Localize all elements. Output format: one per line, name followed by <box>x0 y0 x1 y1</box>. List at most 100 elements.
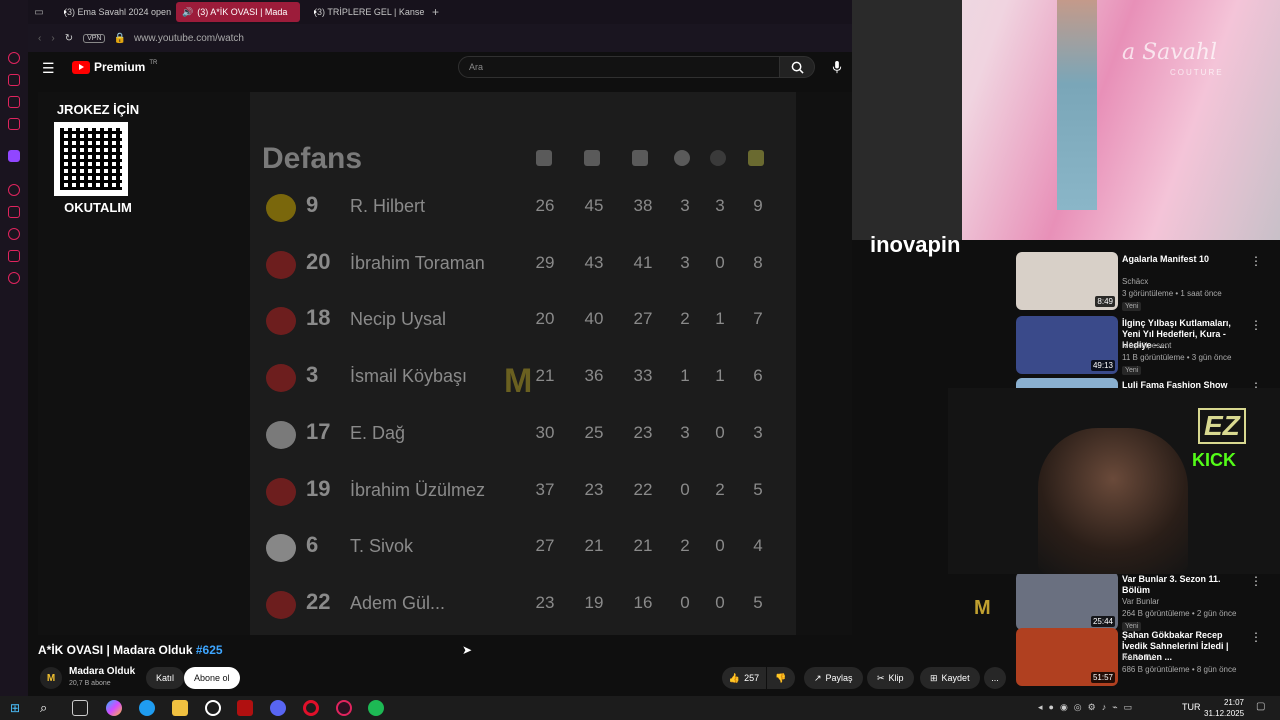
clip-label: Klip <box>888 673 904 683</box>
more-options-icon[interactable]: ⋮ <box>1250 318 1262 332</box>
new-tab-button[interactable]: + <box>432 5 439 19</box>
share-label: Paylaş <box>825 673 853 683</box>
related-channel[interactable]: Var Bunlar <box>1122 596 1262 608</box>
stat-cell: 21 <box>633 536 653 556</box>
video-thumbnail[interactable]: 8:49 <box>1016 252 1118 310</box>
extensions-icon[interactable] <box>8 250 20 262</box>
back-icon[interactable]: ‹ <box>38 33 41 44</box>
assists-icon <box>710 150 726 166</box>
spotify-icon[interactable] <box>368 700 384 716</box>
shirt-icon <box>584 150 600 166</box>
screen: { "browser": { "tabs": [ {"label": "(3) … <box>0 0 1280 720</box>
like-button[interactable]: 👍 257 <box>722 667 766 689</box>
pip-video[interactable]: a Savahl COUTURE <box>852 0 1280 240</box>
qr-caption-top: JROKEZ İÇİN <box>56 102 140 117</box>
video-title-text: A*İK OVASI | Madara Olduk <box>38 643 193 657</box>
clock[interactable]: 21:07 31.12.2025 <box>1204 697 1244 719</box>
twitch-icon[interactable] <box>8 150 20 162</box>
tab-overview-icon[interactable]: ▭ <box>28 7 50 18</box>
stat-cell: 27 <box>633 309 653 329</box>
kick-logo: KICK <box>1192 450 1236 470</box>
share-button[interactable]: ↗ Paylaş <box>804 667 863 689</box>
search-input[interactable]: Ara <box>458 56 780 78</box>
app-icon[interactable] <box>205 700 221 716</box>
player-name: Adem Gül... <box>350 592 446 613</box>
qr-caption-bottom: OKUTALIM <box>64 200 132 215</box>
related-channel[interactable]: KAFA TV <box>1122 652 1262 664</box>
more-actions-button[interactable]: ... <box>984 667 1006 689</box>
url-field[interactable]: www.youtube.com/watch <box>134 33 244 44</box>
youtube-header: ☰ Premium TR Ara <box>28 52 852 84</box>
vpn-badge[interactable]: VPN <box>83 33 106 43</box>
discord-icon[interactable] <box>270 700 286 716</box>
opera-icon[interactable] <box>303 700 319 716</box>
video-player[interactable]: JROKEZ İÇİN OKUTALIM Defans 9 R. Hilbert 2… <box>38 92 991 635</box>
tab-triplere-gel[interactable]: (3) TRİPLERE GEL | Kanse <box>304 2 426 22</box>
video-thumbnail[interactable]: 49:13 <box>1016 316 1118 374</box>
stat-cell: 2 <box>680 536 690 556</box>
thumbs-up-icon: 👍 <box>728 672 741 683</box>
related-channel[interactable]: Müşkülpesent <box>1122 340 1262 352</box>
player-icon[interactable] <box>8 184 20 196</box>
video-thumbnail[interactable]: 51:57 <box>1016 628 1118 686</box>
table-row: 6 T. Sivok 27 21 21 2 0 4 <box>250 528 796 568</box>
notifications-icon[interactable]: ▢ <box>1256 701 1265 712</box>
search-taskbar-icon[interactable]: ⌕ <box>40 700 47 716</box>
stat-cell: 0 <box>680 479 690 499</box>
stat-cell: 43 <box>584 252 604 272</box>
opera-gx-icon[interactable] <box>336 700 352 716</box>
related-meta: 686 B görüntüleme • 8 gün önce <box>1122 665 1237 674</box>
dislike-button[interactable]: 👎 <box>767 667 795 689</box>
file-explorer-icon[interactable] <box>172 700 188 716</box>
tab-ema-savahl[interactable]: (3) Ema Savahl 2024 open <box>54 2 172 22</box>
action-bar: 👍 257 👎 ↗ Paylaş ✂ Klip ⊞ Kaydet ... <box>0 663 1008 691</box>
address-bar: ‹ › ↻ VPN 🔒 www.youtube.com/watch <box>28 24 852 52</box>
tray-icons[interactable]: ◂●◉◎⚙♪⌁▭ <box>1038 702 1138 713</box>
media-app-icon[interactable] <box>237 700 253 716</box>
more-options-icon[interactable]: ⋮ <box>1250 574 1262 588</box>
stat-cell: 3 <box>680 252 690 272</box>
more-options-icon[interactable]: ⋮ <box>1250 254 1262 268</box>
scissors-icon: ✂ <box>877 672 885 683</box>
bookmark-icon[interactable] <box>8 206 20 218</box>
reload-icon[interactable]: ↻ <box>65 33 73 44</box>
stat-cell: 22 <box>633 479 653 499</box>
windows-start-icon[interactable]: ⊞ <box>10 701 20 715</box>
menu-icon[interactable]: ☰ <box>42 60 55 77</box>
settings-icon[interactable] <box>8 272 20 284</box>
related-channel[interactable]: Schäcx <box>1122 276 1262 288</box>
duration-badge: 25:44 <box>1090 616 1115 627</box>
time: 21:07 <box>1223 698 1244 707</box>
stat-cell: 0 <box>680 592 690 612</box>
bag-icon[interactable] <box>8 74 20 86</box>
related-video-title[interactable]: Agalarla Manifest 10 <box>1122 254 1250 265</box>
video-thumbnail[interactable]: 25:44 <box>1016 572 1118 630</box>
copilot-icon[interactable] <box>106 700 122 716</box>
more-options-icon[interactable]: ⋮ <box>1250 630 1262 644</box>
search-icon <box>791 61 804 74</box>
stat-cell: 1 <box>715 309 725 329</box>
clip-button[interactable]: ✂ Klip <box>867 667 914 689</box>
streamer <box>1038 428 1188 574</box>
messenger-icon[interactable] <box>8 96 20 108</box>
language-indicator[interactable]: TUR <box>1182 702 1201 712</box>
new-badge: Yeni <box>1122 366 1142 375</box>
voice-search-button[interactable] <box>826 56 848 78</box>
ai-icon[interactable] <box>8 52 20 64</box>
instagram-icon[interactable] <box>8 118 20 130</box>
related-video-title[interactable]: Var Bunlar 3. Sezon 11. Bölüm <box>1122 574 1250 596</box>
edge-icon[interactable] <box>139 700 155 716</box>
tab-madara-olduk[interactable]: 🔊 (3) A*İK OVASI | Mada <box>176 2 300 22</box>
stat-cell: 2 <box>715 479 725 499</box>
task-view-icon[interactable] <box>72 700 88 716</box>
stat-cell: 16 <box>633 592 653 612</box>
stat-cell: 0 <box>715 536 725 556</box>
history-icon[interactable] <box>8 228 20 240</box>
youtube-logo[interactable]: Premium TR <box>72 60 157 74</box>
stat-cell: 21 <box>535 366 555 386</box>
stat-cell: 3 <box>753 422 763 442</box>
hashtag-link[interactable]: #625 <box>196 643 223 657</box>
search-button[interactable] <box>779 56 815 78</box>
save-button[interactable]: ⊞ Kaydet <box>920 667 980 689</box>
forward-icon[interactable]: › <box>51 33 54 44</box>
